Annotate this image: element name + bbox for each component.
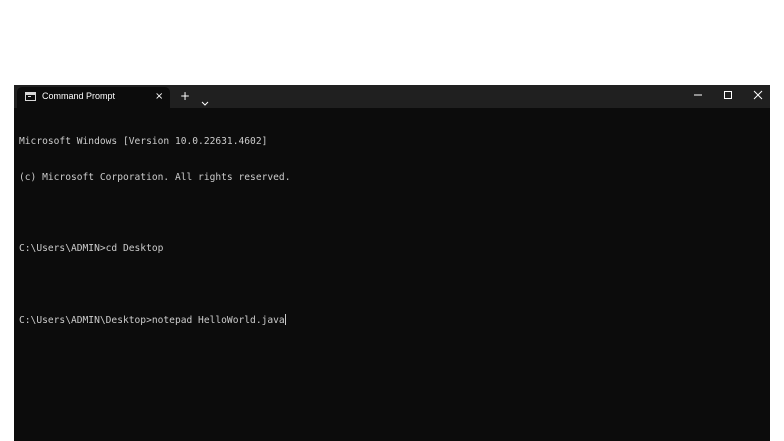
maximize-icon — [724, 91, 732, 99]
close-icon — [753, 90, 763, 100]
console-command-line: C:\Users\ADMIN\Desktop>notepad HelloWorl… — [19, 314, 765, 326]
text-cursor — [284, 314, 286, 325]
console-output[interactable]: Microsoft Windows [Version 10.0.22631.46… — [19, 112, 765, 441]
tab-title: Command Prompt — [42, 91, 116, 101]
tab-dropdown-button[interactable] — [201, 92, 209, 111]
tab-command-prompt[interactable]: Command Prompt × — [17, 87, 170, 108]
console-line: Microsoft Windows [Version 10.0.22631.46… — [19, 136, 268, 147]
console-line: (c) Microsoft Corporation. All rights re… — [19, 172, 291, 183]
terminal-icon — [25, 92, 36, 101]
terminal-window: Command Prompt × + Microsoft Windows [Ve… — [14, 85, 770, 441]
new-tab-button[interactable]: + — [180, 88, 190, 104]
title-bar: Command Prompt × + — [14, 85, 770, 108]
chevron-down-icon — [201, 101, 209, 106]
close-button[interactable] — [744, 85, 770, 105]
tab-close-button[interactable]: × — [155, 91, 163, 103]
console-line: C:\Users\ADMIN>cd Desktop — [19, 243, 164, 254]
minimize-icon — [694, 94, 702, 96]
maximize-button[interactable] — [714, 85, 742, 105]
console-command-text: C:\Users\ADMIN\Desktop>notepad HelloWorl… — [19, 315, 285, 326]
minimize-button[interactable] — [684, 85, 712, 105]
